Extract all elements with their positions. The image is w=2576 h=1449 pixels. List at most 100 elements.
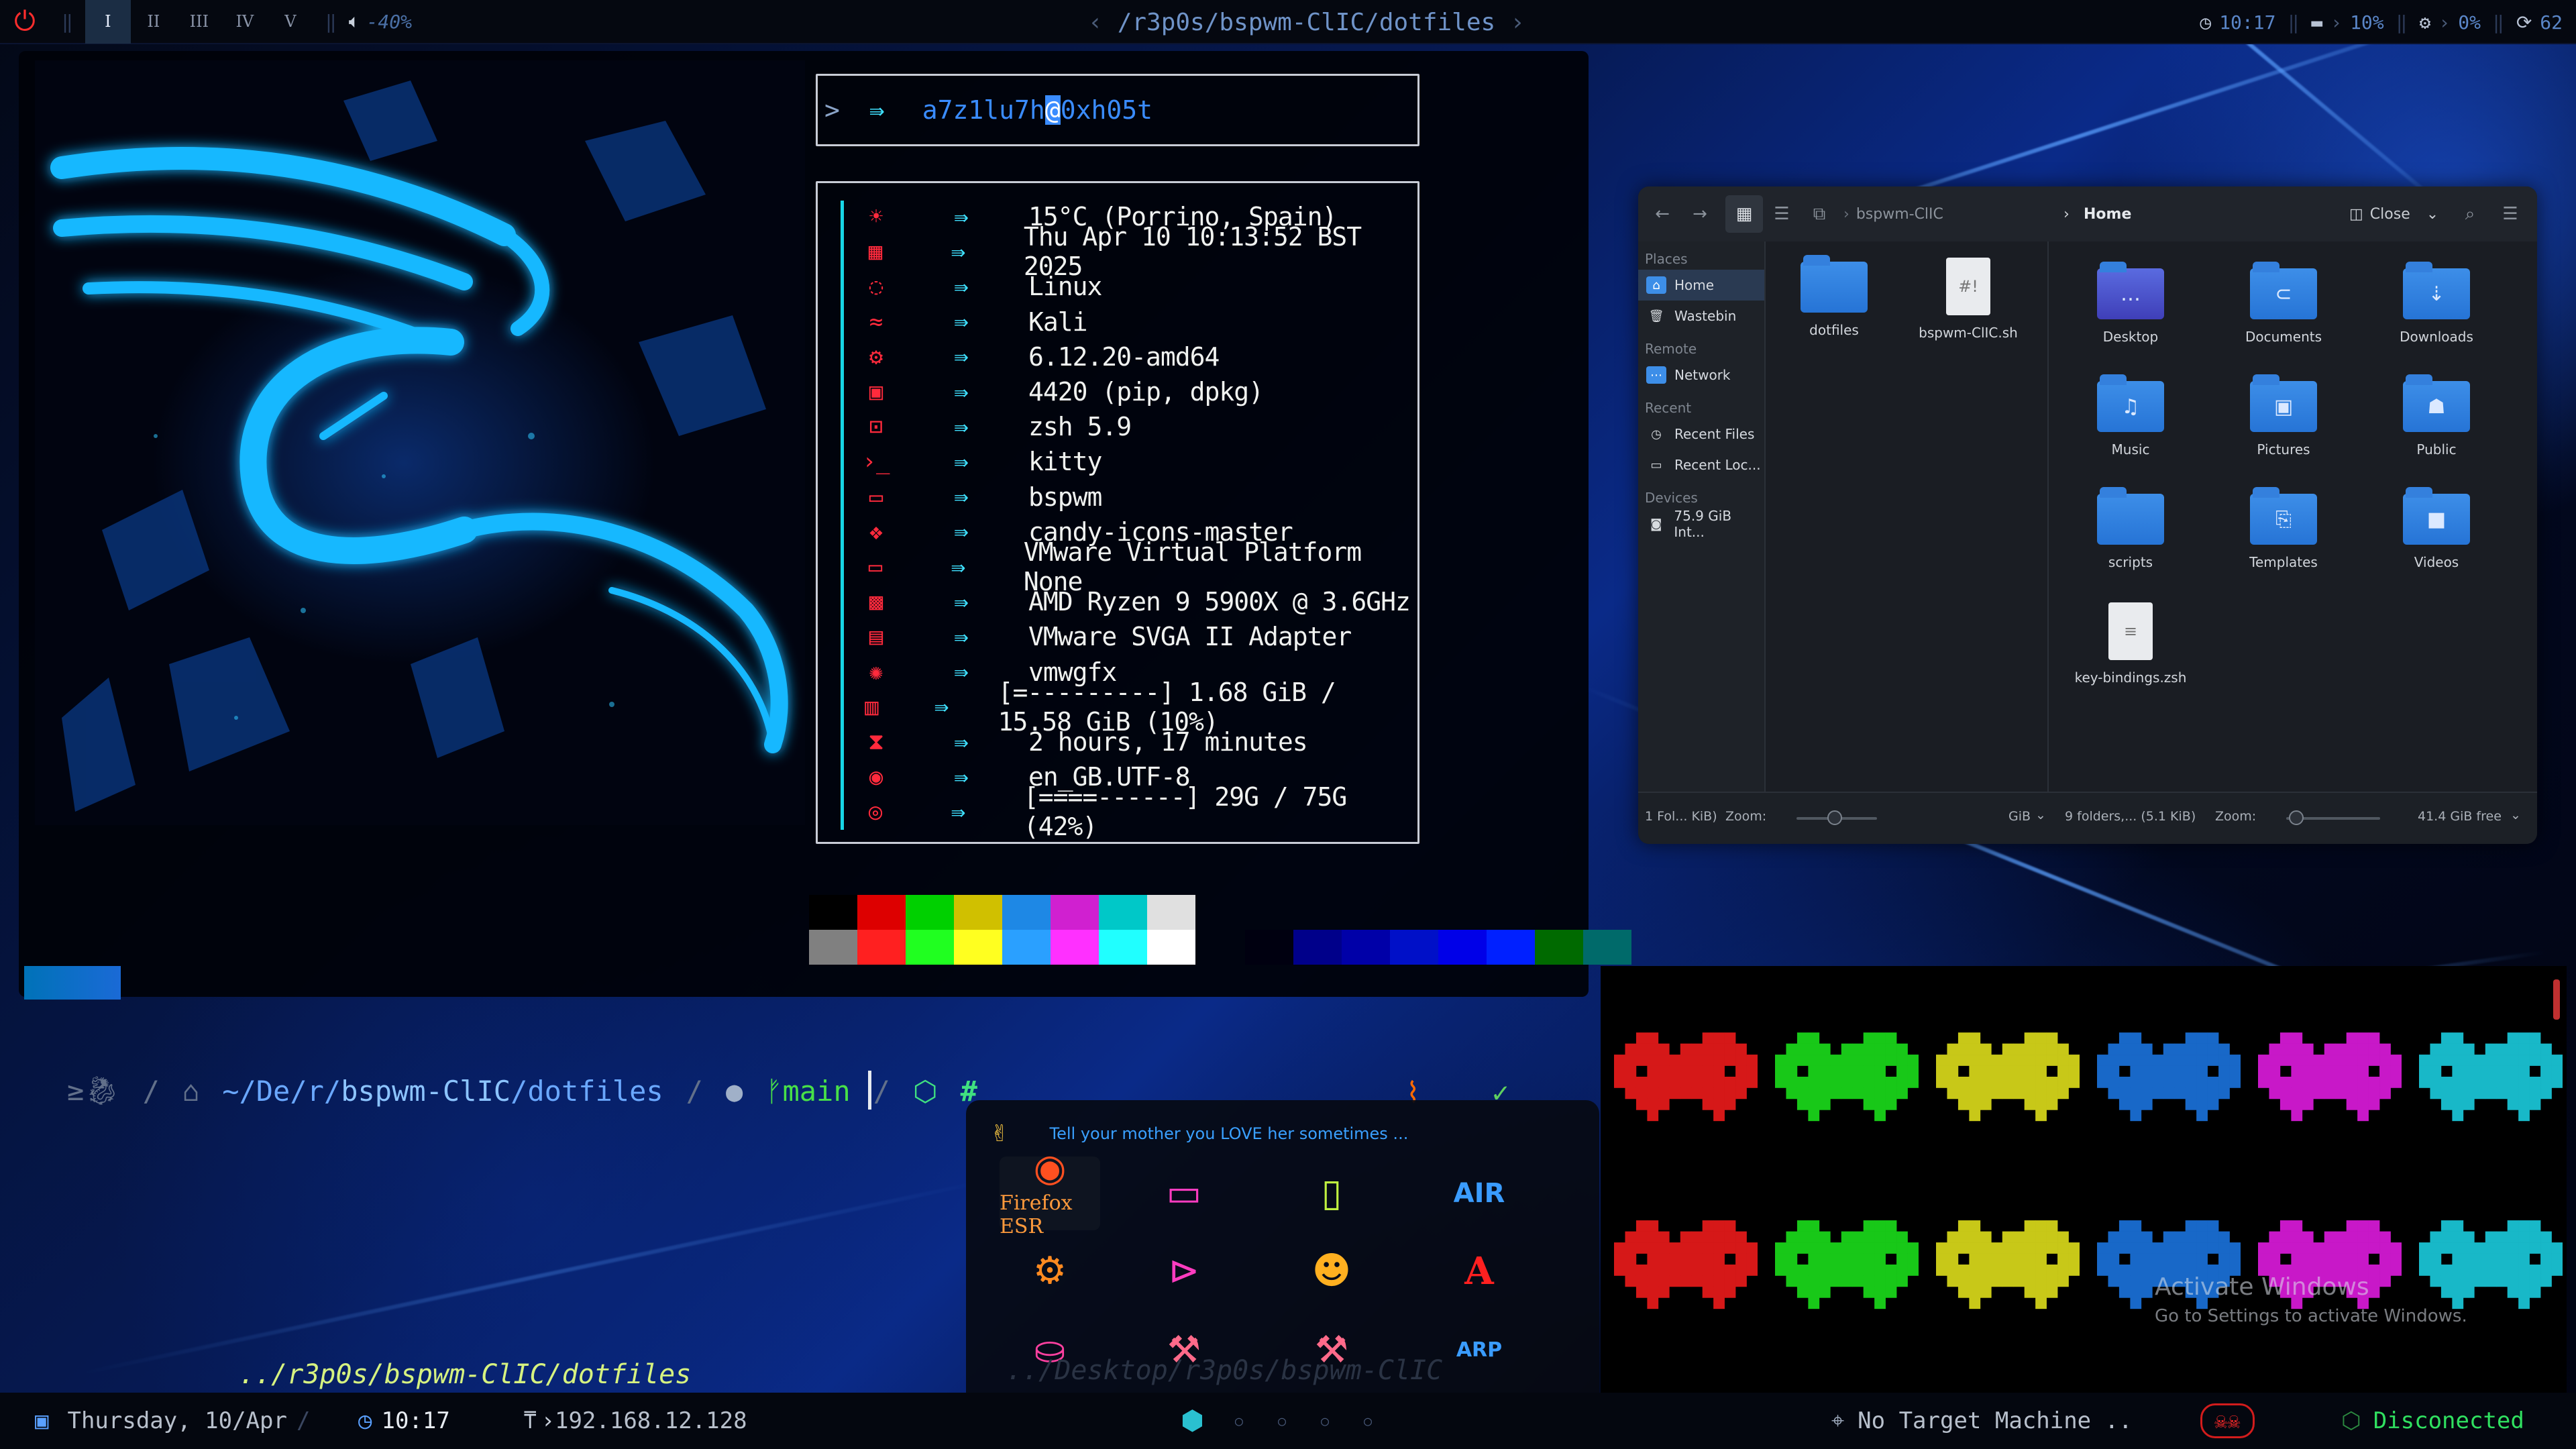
prompt-symbol: > [824,95,840,125]
folder-item[interactable]: ▣ Pictures [2223,368,2344,475]
calendar-widget[interactable]: ▣ Thursday, 10/Apr / [35,1393,319,1449]
chevron-right-icon[interactable]: › [1510,9,1525,36]
clock-icon: ◷ [358,1407,372,1434]
color-swatch [1099,930,1147,965]
power-button[interactable]: ⏻ [0,0,50,44]
ip-widget[interactable]: ⍑ › 192.168.12.128 [523,1393,747,1449]
distro-icon: ≈ [869,308,883,335]
app-arping[interactable]: ARP [1429,1313,1529,1387]
zoom-slider-handle[interactable] [2289,810,2304,825]
hamburger-menu-icon[interactable]: ☰ [2491,195,2529,233]
folder-item[interactable]: ■ Videos [2376,480,2497,588]
app-archive[interactable]: ▯ [1281,1157,1382,1230]
memory-widget[interactable]: ▬ › 10% [2311,11,2383,34]
tree-view-icon[interactable]: ⧉ [1801,195,1838,233]
devices-header: Devices [1645,490,1698,506]
documents-folder-icon: ⊂ [2250,262,2317,319]
clock-widget[interactable]: ◷ 10:17 [358,1393,450,1449]
terminal-icon: ⊳ [1168,1249,1200,1293]
system-stats: ◷ 10:17 ‖ ▬ › 10% ‖ ⚙ › 0% ‖ ⟳ 62 [2200,0,2563,44]
memory-icon: ▥ [865,693,879,720]
app-hacker-tool[interactable]: ☻ [1281,1234,1382,1308]
app-aircrack[interactable]: AIR [1429,1157,1529,1230]
network-folder-icon: ⋯ [1646,366,1666,384]
sidebar-item-home[interactable]: ⌂ Home [1638,270,1764,301]
firefox-icon: ◉ [1033,1146,1067,1190]
sidebar-item-recent-files[interactable]: ◷ Recent Files [1638,419,1764,449]
cpu-icon: ⚙ [2419,11,2431,34]
target-badge[interactable]: ☠☠ [2200,1393,2255,1449]
workspace-5[interactable]: V [268,0,313,44]
back-icon[interactable]: ← [1644,195,1681,233]
invader-sprite [1775,1032,1919,1122]
search-icon[interactable]: ⌕ [2451,195,2489,233]
app-terminal[interactable]: ⊳ [1134,1234,1234,1308]
folder-item[interactable]: ⇣ Downloads [2376,255,2497,362]
arrow-right-icon: ⇛ [954,447,969,476]
folder-item[interactable]: … Desktop [2070,255,2191,362]
path-tail: /dotfiles [511,1074,663,1108]
file-manager-window[interactable]: ← → ▦ ☰ ⧉ › bspwm-ClIC › Home ◫ Close ⌄ … [1638,186,2537,844]
arrow-right-icon: ⇛ [951,237,966,266]
split-icon: ◫ [2349,205,2363,223]
sidebar-item-network[interactable]: ⋯ Network [1638,360,1764,390]
sidebar-item-wastebin[interactable]: 🗑︎ Wastebin [1638,301,1764,331]
workspace-indicator[interactable]: ⬢ ○○○○ [1181,1393,1407,1449]
file-pane-right[interactable]: … Desktop ⊂ Documents ⇣ Downloads ♫ Music ▣ Pictu… [2050,241,2537,792]
package-icon: ⬡ [912,1074,938,1108]
workspace-3[interactable]: III [176,0,222,44]
workspace-1[interactable]: I [85,0,131,44]
close-split-button[interactable]: ◫ Close ⌄ [2349,206,2438,223]
file-pane-left[interactable]: dotfiles #! bspwm-ClIC.sh [1767,241,2049,792]
unit-select[interactable]: GiB [2008,809,2031,824]
list-view-icon[interactable]: ☰ [1763,195,1801,233]
folder-item[interactable]: ♫ Music [2070,368,2191,475]
space-invaders-window[interactable] [1601,966,2567,1402]
text-cursor[interactable] [868,1071,871,1110]
info-value: zsh 5.9 [1028,412,1132,442]
sidebar-item-drive[interactable]: ◙ 75.9 GiB Int... [1638,508,1764,540]
updates-widget[interactable]: ⟳ 62 [2516,11,2563,34]
app-settings[interactable]: ⚙ [1000,1234,1100,1308]
app-text-editor[interactable]: A [1429,1234,1529,1308]
terminal-icon: ›_ [862,448,890,476]
target-widget[interactable]: ⌖ No Target Machine .. [1831,1393,2133,1449]
drive-icon: ◙ [1650,517,1662,531]
color-swatch [809,930,857,965]
color-swatch [1487,930,1535,965]
app-launcher[interactable]: ✌ Tell your mother you LOVE her sometime… [966,1100,1599,1409]
file-item[interactable]: #! bspwm-ClIC.sh [1908,248,2029,356]
app-firefox-esr[interactable]: ◉ Firefox ESR [1000,1148,1100,1238]
vpn-widget[interactable]: ⬡ Disconected [2341,1393,2524,1449]
workspace-2[interactable]: II [131,0,176,44]
arrow-right-icon: ⇛ [954,203,969,231]
arrow-right-icon: ⇛ [954,728,969,756]
folder-item[interactable]: ⎘ Templates [2223,480,2344,588]
volume-icon[interactable]: 🔈︎ [349,10,360,33]
branch-name: main [782,1074,851,1108]
date-text: Thursday, 10/Apr [67,1407,287,1434]
info-value: AMD Ryzen 9 5900X @ 3.6GHz [1028,587,1411,617]
pictures-folder-icon: ▣ [2250,374,2317,432]
file-item[interactable]: ≡ key-bindings.zsh [2070,593,2191,700]
file-manager-sidebar: Places ⌂ Home 🗑︎ Wastebin Remote ⋯ Netwo… [1638,241,1766,792]
breadcrumb-left[interactable]: bspwm-ClIC [1856,206,1943,223]
forward-icon[interactable]: → [1681,195,1719,233]
folder-item[interactable]: ☗ Public [2376,368,2497,475]
zoom-slider-handle[interactable] [1827,810,1842,825]
breadcrumb-right[interactable]: Home [2084,206,2131,223]
home-folder-icon: ⌂ [1646,276,1666,294]
workspace-4[interactable]: IV [222,0,268,44]
grid-view-icon[interactable]: ▦ [1725,195,1763,233]
chevron-left-icon[interactable]: ‹ [1088,9,1103,36]
app-files[interactable]: ▭ [1134,1157,1234,1230]
color-swatch [1147,930,1195,965]
folder-item[interactable]: dotfiles [1774,248,1894,356]
target-text: No Target Machine .. [1858,1407,2133,1434]
clock-widget[interactable]: ◷ 10:17 [2200,11,2275,34]
folder-item[interactable]: scripts [2070,480,2191,588]
folder-item[interactable]: ⊂ Documents [2223,255,2344,362]
info-row: ▦ ⇛ Thu Apr 10 10:13:52 BST 2025 [859,222,1417,281]
sidebar-item-recent-locations[interactable]: ▭ Recent Loc... [1638,449,1764,480]
cpu-widget[interactable]: ⚙ › 0% [2420,11,2481,34]
